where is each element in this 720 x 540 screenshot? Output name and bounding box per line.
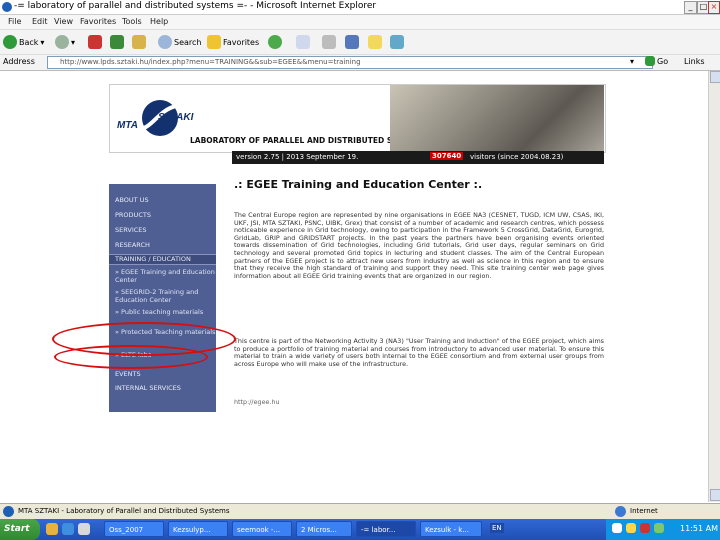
search-label: Search (174, 37, 202, 47)
page-icon (3, 506, 14, 517)
print-icon[interactable] (322, 35, 336, 49)
back-arrow-icon (3, 35, 17, 49)
menu-tools[interactable]: Tools (122, 17, 142, 26)
menu-bar: File Edit View Favorites Tools Help (0, 15, 720, 30)
task-button[interactable]: Oss_2007 (104, 521, 164, 537)
ie-logo-icon (2, 2, 12, 12)
nav-products[interactable]: PRODUCTS (109, 211, 216, 219)
menu-view[interactable]: View (54, 17, 73, 26)
edit-icon[interactable] (345, 35, 359, 49)
mail-icon[interactable] (296, 35, 310, 49)
menu-edit[interactable]: Edit (32, 17, 48, 26)
nav-training[interactable]: TRAINING / EDUCATION (109, 254, 216, 265)
tray-icon[interactable] (654, 523, 664, 533)
sidebar-nav: ABOUT US PRODUCTS SERVICES RESEARCH TRAI… (109, 184, 216, 412)
chevron-down-icon: ▾ (71, 37, 76, 47)
task-button[interactable]: 2 Micros... (296, 521, 352, 537)
logo-mta: MTA (117, 120, 138, 131)
language-indicator[interactable]: EN (490, 523, 504, 533)
menu-favorites[interactable]: Favorites (80, 17, 116, 26)
header-photo (390, 85, 604, 151)
forward-button[interactable]: ▾ (55, 34, 75, 50)
chevron-down-icon: ▾ (40, 37, 45, 47)
status-text: MTA SZTAKI - Laboratory of Parallel and … (18, 507, 230, 515)
task-button[interactable]: Kezsulyp... (168, 521, 228, 537)
folder-icon[interactable] (368, 35, 382, 49)
menu-file[interactable]: File (8, 17, 21, 26)
nav-events[interactable]: EVENTS (109, 370, 216, 378)
egee-link[interactable]: http://egee.hu (234, 398, 280, 406)
search-icon (158, 35, 172, 49)
go-button[interactable]: Go (645, 56, 668, 66)
version-bar: version 2.75 | 2013 September 19. 307640… (232, 151, 604, 164)
menu-help[interactable]: Help (150, 17, 168, 26)
version-text: version 2.75 | 2013 September 19. (236, 153, 359, 161)
clock: 11:51 AM (680, 524, 718, 533)
status-bar: MTA SZTAKI - Laboratory of Parallel and … (0, 503, 720, 520)
stop-icon[interactable] (88, 35, 102, 49)
nav-research[interactable]: RESEARCH (109, 241, 216, 249)
start-button[interactable]: Start (0, 519, 40, 540)
window-title: -= laboratory of parallel and distribute… (14, 1, 377, 11)
task-button[interactable]: Kezsulk - k... (420, 521, 482, 537)
address-bar: Address http://www.lpds.sztaki.hu/index.… (0, 55, 720, 71)
favorites-label: Favorites (223, 37, 260, 47)
forward-arrow-icon (55, 35, 69, 49)
go-label: Go (657, 56, 669, 66)
nav-services[interactable]: SERVICES (109, 226, 216, 234)
zone-text: Internet (630, 507, 658, 515)
address-input[interactable]: http://www.lpds.sztaki.hu/index.php?menu… (47, 56, 653, 69)
globe-icon (615, 506, 626, 517)
vertical-scrollbar[interactable] (708, 71, 720, 502)
chevron-down-icon[interactable]: ▾ (630, 57, 634, 66)
highlight-ring (54, 345, 208, 369)
system-tray: 11:51 AM (606, 519, 720, 540)
nav-about-us[interactable]: ABOUT US (109, 196, 216, 204)
home-icon[interactable] (132, 35, 146, 49)
minimize-button[interactable]: _ (684, 1, 697, 14)
title-bar: -= laboratory of parallel and distribute… (0, 0, 720, 15)
nav-sub-seegrid[interactable]: » SEEGRID-2 Training and Education Cente… (109, 288, 216, 304)
search-button[interactable]: Search (158, 34, 201, 50)
visitors-text: visitors (since 2004.08.23) (470, 153, 564, 161)
refresh-icon[interactable] (110, 35, 124, 49)
links-button[interactable]: Links (684, 57, 705, 66)
star-icon (207, 35, 221, 49)
nav-sub-egee[interactable]: » EGEE Training and Education Center (109, 268, 216, 284)
tray-icon[interactable] (612, 523, 622, 533)
scroll-up-icon[interactable] (710, 71, 720, 83)
tray-icon[interactable] (640, 523, 650, 533)
nav-internal-services[interactable]: INTERNAL SERVICES (109, 384, 216, 392)
close-button[interactable]: × (708, 1, 720, 14)
scroll-down-icon[interactable] (710, 489, 720, 501)
go-arrow-icon (645, 56, 655, 66)
favorites-button[interactable]: Favorites (207, 34, 259, 50)
taskbar: Start Oss_2007 Kezsulyp... seemook -... … (0, 519, 720, 540)
logo-sztaki: SZTAKI (158, 112, 194, 123)
na3-paragraph: This centre is part of the Networking Ac… (234, 337, 604, 368)
intro-paragraph: The Central Europe region are represente… (234, 211, 604, 280)
task-button-active[interactable]: -= labor... (356, 521, 416, 537)
address-label: Address (3, 57, 35, 66)
messenger-icon[interactable] (390, 35, 404, 49)
toolbar: Back ▾ ▾ Search Favorites (0, 30, 720, 55)
quicklaunch-icon[interactable] (62, 523, 74, 535)
page-title: .: EGEE Training and Education Center :. (234, 178, 483, 191)
tray-icon[interactable] (626, 523, 636, 533)
media-icon[interactable] (268, 35, 282, 49)
task-button[interactable]: seemook -... (232, 521, 292, 537)
nav-sub-public-teaching[interactable]: » Public teaching materials (109, 308, 216, 316)
back-label: Back (19, 37, 39, 47)
quicklaunch-icon[interactable] (78, 523, 90, 535)
visitor-counter: 307640 (430, 152, 464, 160)
quicklaunch-icon[interactable] (46, 523, 58, 535)
back-button[interactable]: Back ▾ (3, 34, 44, 50)
